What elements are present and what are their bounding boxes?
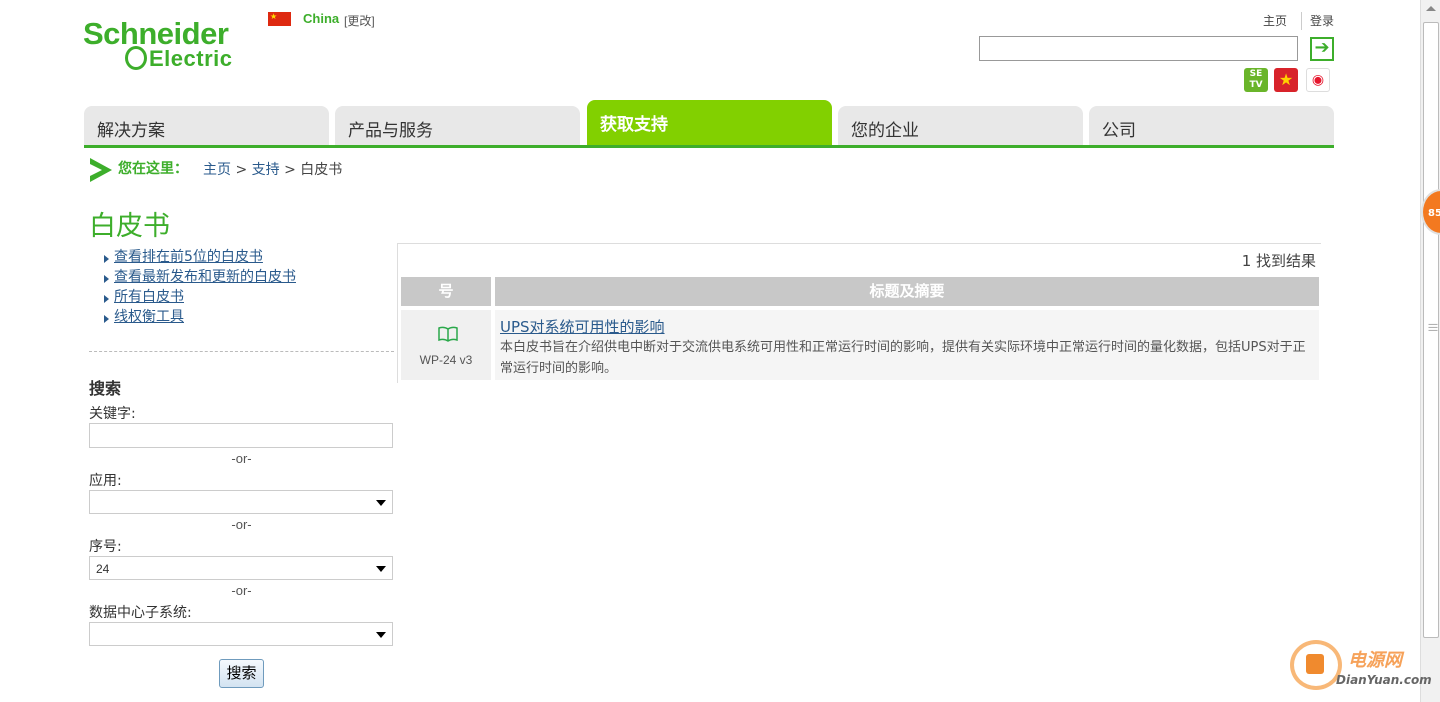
breadcrumb-home[interactable]: 主页 <box>203 162 231 178</box>
scroll-grip-icon: — — — <box>1428 319 1438 336</box>
or-separator: -or- <box>231 451 252 466</box>
watermark-logo: 电源网 DianYuan.com <box>1290 640 1440 695</box>
breadcrumb-chevron-icon <box>90 158 112 182</box>
home-link[interactable]: 主页 <box>1263 12 1287 30</box>
tab-get-support[interactable]: 获取支持 <box>587 100 832 145</box>
breadcrumb-sep: > <box>235 162 248 178</box>
keyword-input[interactable] <box>89 423 393 448</box>
cell-id: WP-24 v3 <box>401 310 491 380</box>
application-select[interactable] <box>89 490 393 514</box>
or-separator: -or- <box>231 583 252 598</box>
setv-icon[interactable]: SE TV <box>1244 68 1268 92</box>
tab-products-services[interactable]: 产品与服务 <box>335 106 580 145</box>
search-heading: 搜索 <box>89 379 122 398</box>
watermark-en: DianYuan.com <box>1336 673 1432 687</box>
open-book-icon <box>438 326 458 342</box>
login-link[interactable]: 登录 <box>1310 12 1334 30</box>
sidebar-links: 查看排在前5位的白皮书 查看最新发布和更新的白皮书 所有白皮书 线权衡工具 <box>86 243 397 352</box>
subsystem-label: 数据中心子系统: <box>89 605 192 621</box>
sidebar-link-tradeoff-tool[interactable]: 线权衡工具 <box>102 307 397 327</box>
top-links-divider <box>1300 12 1302 30</box>
page-title: 白皮书 <box>89 211 170 242</box>
logo-mark-icon <box>125 46 147 70</box>
tab-solutions[interactable]: 解决方案 <box>84 106 329 145</box>
sidebar-divider <box>89 351 394 352</box>
top-links: 主页 登录 <box>1263 12 1334 30</box>
page-scrollbar[interactable]: — — — <box>1420 0 1440 702</box>
sidebar-link-all[interactable]: 所有白皮书 <box>102 287 397 307</box>
tab-company[interactable]: 公司 <box>1089 106 1334 145</box>
tab-your-business[interactable]: 您的企业 <box>838 106 1083 145</box>
or-separator: -or- <box>231 517 252 532</box>
breadcrumb-sep: > <box>284 162 296 178</box>
results-panel: 1 找到结果 号 标题及摘要 WP-24 v3 UPS对系统可用性的影响 本白皮… <box>397 243 1321 383</box>
sidebar-link-top5[interactable]: 查看排在前5位的白皮书 <box>102 247 397 267</box>
china-flag-icon: ★ <box>268 12 291 26</box>
cell-title-summary: UPS对系统可用性的影响 本白皮书旨在介绍供电中断对于交流供电系统可用性和正常运… <box>495 310 1319 380</box>
results-count: 1 找到结果 <box>1241 252 1316 270</box>
country-label: China <box>303 11 340 26</box>
breadcrumb-label: 您在这里： <box>118 161 188 177</box>
keyword-label: 关键字: <box>89 406 136 422</box>
login-arrow-icon[interactable]: ➔ <box>1310 37 1334 61</box>
scroll-up-icon[interactable] <box>1426 6 1436 11</box>
schneider-logo[interactable]: Schneider Electric <box>83 16 265 74</box>
serial-select[interactable]: 24 <box>89 556 393 580</box>
subsystem-select[interactable] <box>89 622 393 646</box>
search-submit-button[interactable]: 搜索 <box>219 659 264 688</box>
search-form: 搜索 关键字: -or- 应用: -or- 序号: 24 -or- 数据中心子系… <box>89 375 394 646</box>
breadcrumb: 主页 > 支持 > 白皮书 <box>203 159 342 179</box>
change-country-link[interactable]: [更改] <box>344 12 375 29</box>
application-label: 应用: <box>89 473 122 489</box>
whitepaper-id: WP-24 v3 <box>419 353 473 367</box>
sidebar-link-latest[interactable]: 查看最新发布和更新的白皮书 <box>102 267 397 287</box>
watermark-cn: 电源网 <box>1348 650 1402 671</box>
star-icon[interactable]: ★ <box>1274 68 1298 92</box>
column-title-summary[interactable]: 标题及摘要 <box>495 277 1319 306</box>
whitepaper-title-link[interactable]: UPS对系统可用性的影响 <box>500 316 1314 337</box>
logo-text-electric: Electric <box>149 46 233 71</box>
serial-label: 序号: <box>89 539 122 555</box>
site-search-input[interactable] <box>979 36 1298 61</box>
results-table-header: 号 标题及摘要 <box>401 277 1319 306</box>
breadcrumb-current: 白皮书 <box>300 162 343 178</box>
scrollbar-thumb[interactable]: — — — <box>1423 22 1439 638</box>
main-nav: 解决方案 产品与服务 获取支持 您的企业 公司 <box>84 100 1334 148</box>
weibo-icon[interactable]: ◉ <box>1306 68 1330 92</box>
plug-icon <box>1306 654 1324 674</box>
sidebar: 查看排在前5位的白皮书 查看最新发布和更新的白皮书 所有白皮书 线权衡工具 搜索… <box>86 243 397 702</box>
column-number[interactable]: 号 <box>401 277 491 306</box>
breadcrumb-support[interactable]: 支持 <box>252 162 280 178</box>
table-row: WP-24 v3 UPS对系统可用性的影响 本白皮书旨在介绍供电中断对于交流供电… <box>401 310 1319 380</box>
whitepaper-summary: 本白皮书旨在介绍供电中断对于交流供电系统可用性和正常运行时间的影响，提供有关实际… <box>500 340 1306 376</box>
